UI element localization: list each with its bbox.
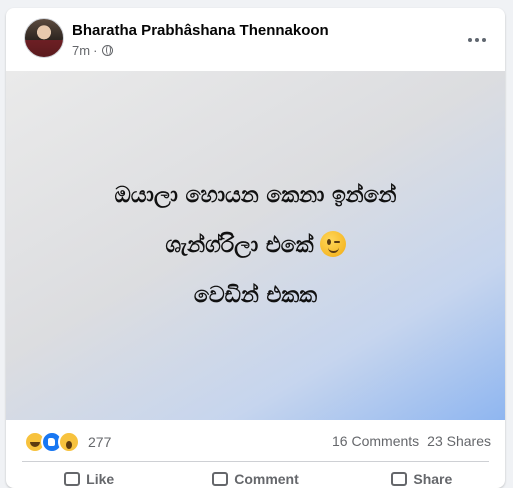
author-avatar[interactable]	[24, 18, 64, 58]
reaction-count: 277	[88, 434, 112, 450]
author-name[interactable]: Bharatha Prabhâshana Thennakoon	[72, 22, 329, 39]
share-button[interactable]: Share	[339, 464, 505, 488]
engagement-counts: 16 Comments 23 Shares	[332, 433, 491, 449]
shares-count[interactable]: 23 Shares	[427, 433, 491, 449]
comment-button[interactable]: Comment	[172, 464, 338, 488]
image-text-line-1: ඔයාලා හොයන කෙනා ඉන්නේ	[114, 182, 397, 208]
post-card: Bharatha Prabhâshana Thennakoon 7m · ඔයා…	[6, 8, 505, 488]
winking-face-emoji-icon	[319, 230, 346, 257]
post-image[interactable]: ඔයාලා හොයන කෙනා ඉන්නේ ශැන්ග්රිලා එකේ වෙඩ…	[6, 71, 505, 420]
dot-icon	[475, 38, 479, 42]
image-text-line-3: වෙඩින් එකක	[193, 282, 318, 308]
globe-icon[interactable]	[102, 45, 114, 56]
wow-reaction-icon	[58, 431, 80, 453]
reactions-summary[interactable]: 277	[24, 431, 111, 453]
image-text-line-2-text: ශැන්ග්රිලා එකේ	[165, 232, 314, 258]
post-time[interactable]: 7m	[72, 43, 90, 58]
stats-divider	[22, 461, 489, 462]
like-icon	[64, 472, 81, 486]
post-meta: 7m ·	[72, 43, 114, 58]
meta-separator: ·	[93, 43, 98, 58]
like-button[interactable]: Like	[6, 464, 172, 488]
action-bar: Like Comment Share	[6, 464, 505, 488]
like-label: Like	[86, 471, 115, 487]
post-header: Bharatha Prabhâshana Thennakoon 7m ·	[6, 8, 505, 80]
image-text-line-2: ශැන්ග්රිලා එකේ	[165, 221, 346, 271]
dot-icon	[468, 38, 472, 42]
post-stats: 277 16 Comments 23 Shares	[6, 420, 505, 460]
dot-icon	[482, 38, 486, 42]
comments-count[interactable]: 16 Comments	[332, 433, 419, 449]
share-icon	[391, 472, 408, 486]
share-label: Share	[413, 471, 453, 487]
more-options-button[interactable]	[463, 26, 491, 54]
comment-label: Comment	[234, 471, 299, 487]
comment-icon	[212, 472, 229, 486]
